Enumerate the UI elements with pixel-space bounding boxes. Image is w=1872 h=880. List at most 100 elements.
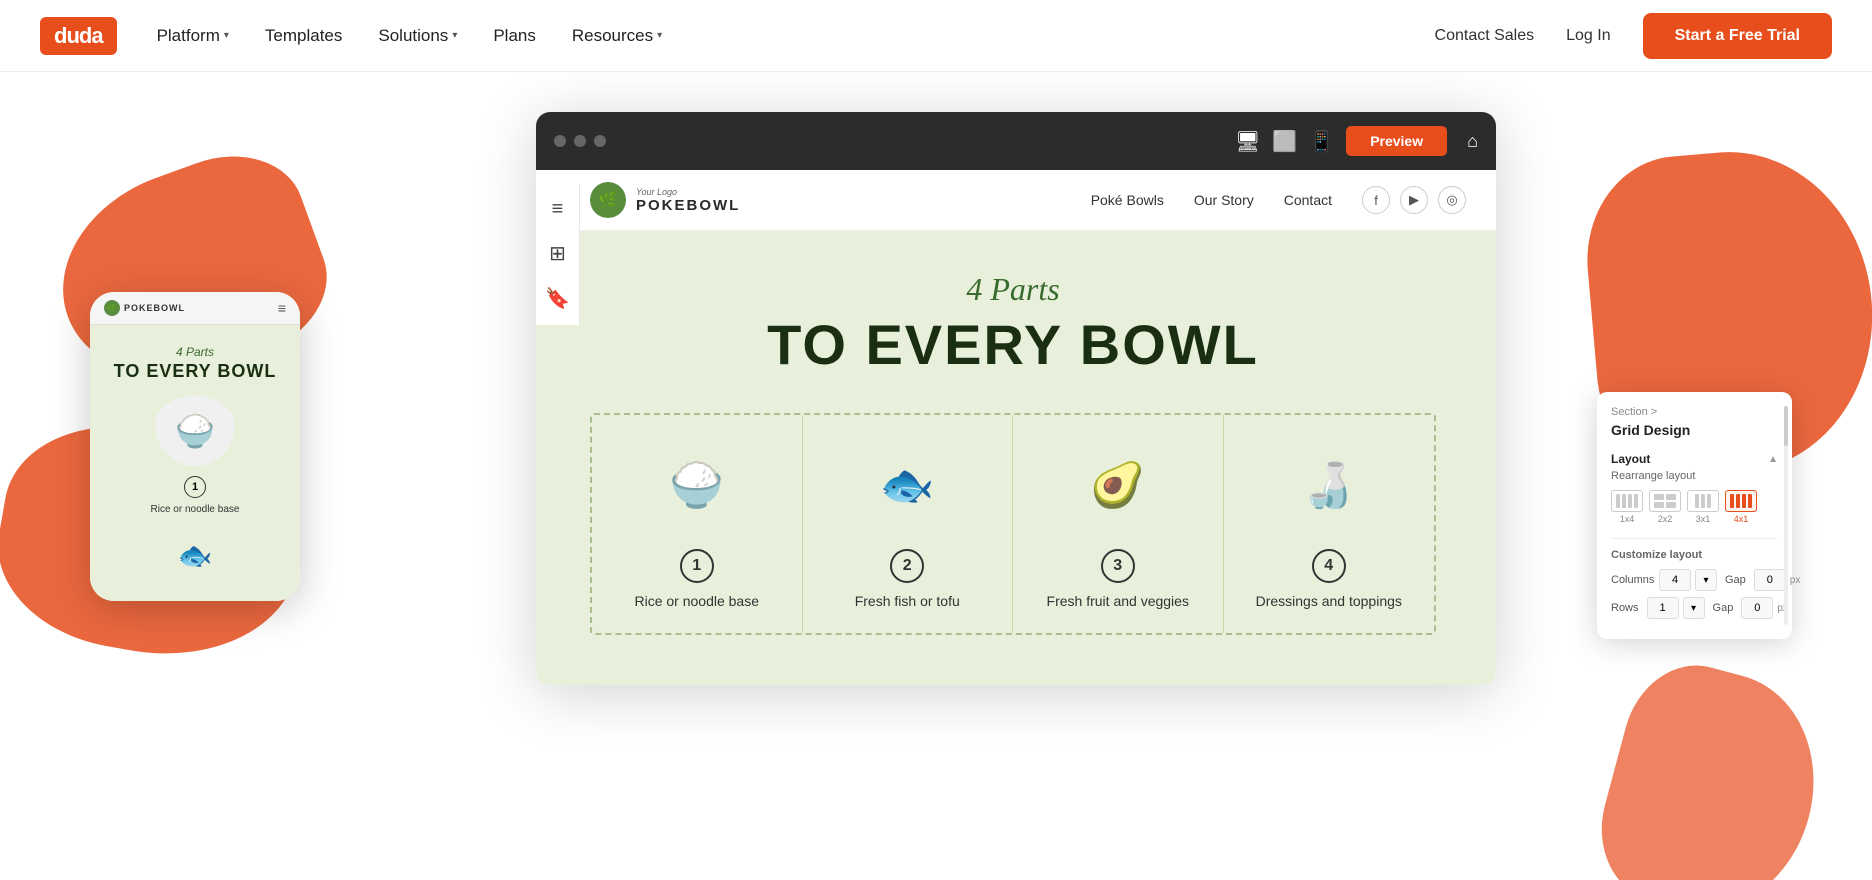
panel-breadcrumb[interactable]: Section > [1611,406,1778,418]
login-link[interactable]: Log In [1566,27,1610,45]
site-grid: 🍚 1 Rice or noodle base 🐟 2 Fresh fish o… [590,413,1436,635]
rows-label: Rows [1611,602,1639,614]
mobile-menu-icon[interactable]: ≡ [278,300,286,316]
browser-dots [554,135,606,147]
mobile-food-image-rice: 🍚 [155,396,235,466]
panel-divider [1611,538,1778,539]
col-gap-input-group: 0 px [1754,569,1801,591]
grid-num-4: 4 [1312,549,1346,583]
site-hero-title: TO EVERY BOWL [590,312,1436,377]
customize-label: Customize layout [1611,549,1778,561]
grid-item-4: 🍶 4 Dressings and toppings [1224,415,1435,633]
site-hero-text: 4 Parts TO EVERY BOWL [590,271,1436,377]
row-gap-input-group: 0 px [1741,597,1788,619]
youtube-icon[interactable]: ▶ [1400,186,1428,214]
row-gap-input[interactable]: 0 [1741,597,1773,619]
mobile-logo-icon: 🌿 [104,300,120,316]
grid-num-3: 3 [1101,549,1135,583]
panel-scrollbar[interactable] [1784,406,1788,625]
columns-input-group: 4 ▾ [1659,569,1717,591]
mobile-logo: 🌿 POKEBOWL [104,300,185,316]
rows-select[interactable]: ▾ [1683,597,1705,619]
col-gap-input[interactable]: 0 [1754,569,1786,591]
columns-row: Columns 4 ▾ Gap 0 px [1611,569,1778,591]
scrollbar-thumb [1784,406,1788,446]
browser-dot-yellow [574,135,586,147]
nav-resources[interactable]: Resources ▾ [572,26,662,46]
nav-platform[interactable]: Platform ▾ [157,26,229,46]
grid-item-1: 🍚 1 Rice or noodle base [592,415,803,633]
food-image-sauce: 🍶 [1269,435,1389,535]
grid-num-2: 2 [890,549,924,583]
mobile-hero-title: TO EVERY BOWL [104,361,286,382]
site-navbar: 🌿 Your Logo POKEBOWL Poké Bowls Our Stor… [536,170,1496,231]
start-trial-button[interactable]: Start a Free Trial [1643,13,1832,59]
facebook-icon[interactable]: f [1362,186,1390,214]
rows-input-group: 1 ▾ [1647,597,1705,619]
site-nav-our-story[interactable]: Our Story [1194,192,1254,208]
columns-label: Columns [1611,574,1651,586]
col-gap-unit: px [1790,575,1801,586]
layers-icon[interactable]: ≡ [552,198,564,221]
layout-2x2[interactable]: 2x2 [1649,490,1681,524]
bookmark-icon[interactable]: 🔖 [545,286,570,311]
tablet-view-button[interactable]: ⬜ [1272,129,1297,154]
mobile-chrome: 🌿 POKEBOWL ≡ [90,292,300,325]
site-logo-tagline: Your Logo [636,187,740,197]
blob-decoration-right-bottom [1584,650,1839,880]
site-nav-links: Poké Bowls Our Story Contact [1091,192,1332,208]
grid-label-3: Fresh fruit and veggies [1047,593,1189,609]
rows-row: Rows 1 ▾ Gap 0 px [1611,597,1778,619]
hero-section: 🖥 ⬜ 📱 Preview ⌂ ≡ ⊞ 🔖 🌿 Your Logo POKEBO… [0,72,1872,880]
mobile-hero-subtitle: 4 Parts [104,345,286,359]
site-hero-subtitle: 4 Parts [590,271,1436,308]
contact-sales-link[interactable]: Contact Sales [1435,27,1535,45]
browser-toolbar: 🖥 ⬜ 📱 Preview ⌂ [1235,126,1478,156]
grid-label-1: Rice or noodle base [634,593,759,609]
chevron-down-icon: ▾ [452,30,457,41]
food-image-rice: 🍚 [637,435,757,535]
grid-item-3: 🥑 3 Fresh fruit and veggies [1013,415,1224,633]
nav-plans[interactable]: Plans [493,26,536,46]
main-nav: duda Platform ▾ Templates Solutions ▾ Pl… [0,0,1872,72]
logo[interactable]: duda [40,17,117,55]
site-content: 4 Parts TO EVERY BOWL 🍚 1 Rice or noodle… [536,231,1496,685]
grid-item-2: 🐟 2 Fresh fish or tofu [803,415,1014,633]
browser-chrome: 🖥 ⬜ 📱 Preview ⌂ [536,112,1496,170]
rows-input[interactable]: 1 [1647,597,1679,619]
browser-dot-red [554,135,566,147]
mobile-view-button[interactable]: 📱 [1309,129,1334,154]
browser-dot-green [594,135,606,147]
site-social-icons: f ▶ ◎ [1362,186,1466,214]
site-nav-poke-bowls[interactable]: Poké Bowls [1091,192,1164,208]
grid-design-panel: Section > Grid Design Layout ▲ Rearrange… [1597,392,1792,639]
chevron-up-icon[interactable]: ▲ [1768,454,1778,465]
chevron-down-icon: ▾ [224,30,229,41]
chevron-down-icon: ▾ [657,30,662,41]
nav-solutions[interactable]: Solutions ▾ [378,26,457,46]
preview-button[interactable]: Preview [1346,126,1447,156]
mobile-food-image-fish: 🐟 [160,525,230,585]
site-logo: 🌿 Your Logo POKEBOWL [590,182,740,218]
layout-options: 1x4 2x2 3x1 [1611,490,1778,524]
add-section-icon[interactable]: ⊞ [549,241,566,266]
site-nav-contact[interactable]: Contact [1284,192,1332,208]
mobile-mockup: 🌿 POKEBOWL ≡ 4 Parts TO EVERY BOWL 🍚 1 R… [90,292,300,601]
editor-left-panel: ≡ ⊞ 🔖 [536,184,580,325]
mobile-label-1: Rice or noodle base [104,504,286,515]
nav-templates[interactable]: Templates [265,26,342,46]
grid-num-1: 1 [680,549,714,583]
instagram-icon[interactable]: ◎ [1438,186,1466,214]
mobile-num-1: 1 [184,476,206,498]
layout-4x1-active[interactable]: 4x1 [1725,490,1757,524]
layout-1x4[interactable]: 1x4 [1611,490,1643,524]
columns-select[interactable]: ▾ [1695,569,1717,591]
desktop-view-button[interactable]: 🖥 [1235,129,1260,154]
columns-input[interactable]: 4 [1659,569,1691,591]
layout-3x1[interactable]: 3x1 [1687,490,1719,524]
panel-rearrange-label: Rearrange layout [1611,470,1778,482]
food-image-fish: 🐟 [847,435,967,535]
home-icon[interactable]: ⌂ [1467,131,1478,152]
panel-layout-section: Layout ▲ [1611,452,1778,466]
panel-title: Grid Design [1611,422,1778,438]
